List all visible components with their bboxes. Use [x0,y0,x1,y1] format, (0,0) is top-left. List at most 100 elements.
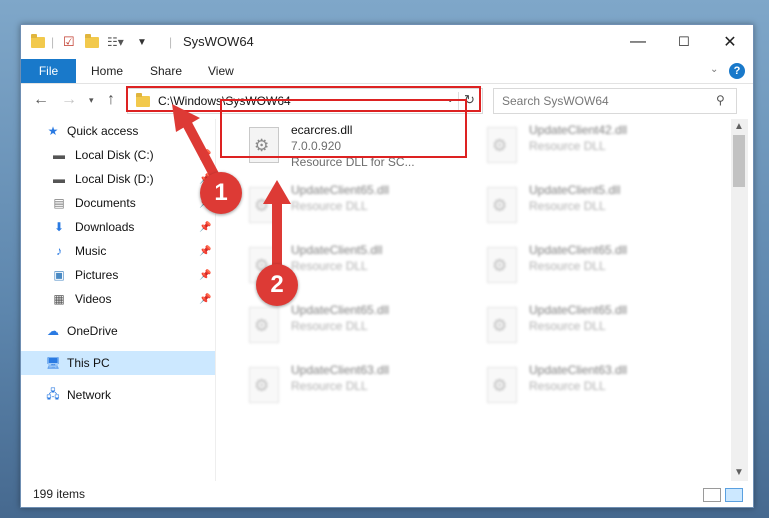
file-type: Resource DLL [529,139,606,153]
dll-file-icon [249,187,279,223]
sidebar-item-label: Videos [75,292,112,306]
back-button[interactable]: ← [33,91,49,109]
sidebar-item-videos[interactable]: ▦ Videos 📌 [21,287,215,311]
file-name: UpdateClient42.dll [529,123,628,137]
file-type: Resource DLL [291,199,368,213]
recent-locations-icon[interactable]: ▾ [89,95,94,106]
sidebar-item-label: Music [75,244,107,258]
file-item[interactable]: UpdateClient5.dll Resource DLL [481,181,703,231]
sidebar-item-label: Local Disk (D:) [75,172,154,186]
cloud-icon: ☁ [47,324,59,338]
status-bar: 199 items [21,483,753,507]
file-name: UpdateClient63.dll [291,363,390,377]
folder-icon [31,33,45,50]
network-icon: 🖧 [46,386,60,401]
pin-icon: 📌 [199,269,212,281]
file-item[interactable]: UpdateClient63.dll Resource DLL [243,361,465,411]
sidebar-item-music[interactable]: ♪ Music 📌 [21,239,215,263]
forward-button[interactable]: → [61,91,77,109]
file-name: UpdateClient65.dll [291,303,390,317]
dll-file-icon [487,187,517,223]
drive-icon: ▬ [53,148,65,162]
dll-file-icon [487,307,517,343]
file-type: Resource DLL [291,379,368,393]
sidebar-item-local-disk-c[interactable]: ▬ Local Disk (C:) 📌 [21,143,215,167]
scroll-down-icon[interactable]: ▼ [734,467,744,478]
file-type: Resource DLL [529,259,606,273]
search-placeholder: Search SysWOW64 [502,94,609,108]
maximize-button[interactable]: ☐ [661,25,707,59]
sidebar-item-label: This PC [67,356,110,370]
navigation-pane: ★ Quick access ▬ Local Disk (C:) 📌 ▬ Loc… [21,119,215,481]
file-item[interactable]: UpdateClient42.dll Resource DLL [481,121,703,171]
file-explorer-window: | ☑ ☷▾ ▼ | SysWOW64 — ☐ ✕ File Home Shar… [20,24,754,508]
sidebar-item-quick-access[interactable]: ★ Quick access [21,119,215,143]
file-type: Resource DLL [291,259,368,273]
file-name: UpdateClient65.dll [291,183,390,197]
sidebar-item-network[interactable]: 🖧 Network [21,383,215,407]
pictures-icon: ▣ [53,268,65,282]
sidebar-item-onedrive[interactable]: ☁ OneDrive [21,319,215,343]
up-button[interactable]: ↑ [107,91,115,109]
customize-quick-access-icon[interactable]: ☷▾ [107,34,124,50]
file-item[interactable]: UpdateClient65.dll Resource DLL [481,301,703,351]
dll-file-icon [487,367,517,403]
pin-icon: 📌 [199,245,212,257]
sidebar-item-downloads[interactable]: ⬇ Downloads 📌 [21,215,215,239]
file-type: Resource DLL [529,199,606,213]
file-type: Resource DLL [291,319,368,333]
drive-icon: ▬ [53,172,65,186]
step-2-badge: 2 [256,264,298,306]
ribbon-tabs: File Home Share View ⌄ ? [21,59,753,84]
sidebar-item-label: OneDrive [67,324,118,338]
sidebar-item-documents[interactable]: ▤ Documents 📌 [21,191,215,215]
pc-icon: 🖥 [45,356,61,370]
dll-file-icon [249,307,279,343]
pin-icon: 📌 [199,221,212,233]
file-item[interactable]: UpdateClient65.dll Resource DLL [481,241,703,291]
new-folder-icon[interactable] [85,33,99,50]
minimize-button[interactable]: — [615,25,661,59]
file-item[interactable]: UpdateClient63.dll Resource DLL [481,361,703,411]
sidebar-item-label: Pictures [75,268,119,282]
dll-file-icon [487,127,517,163]
sidebar-item-label: Network [67,388,112,402]
documents-icon: ▤ [53,196,65,210]
sidebar-item-label: Documents [75,196,136,210]
file-highlight-box [220,99,467,158]
details-view-icon[interactable] [703,488,721,502]
separator: | [51,35,55,49]
quick-access-dropdown[interactable]: ▼ [137,34,147,50]
file-name: UpdateClient63.dll [529,363,628,377]
file-item[interactable]: UpdateClient65.dll Resource DLL [243,301,465,351]
tab-home[interactable]: Home [91,64,123,78]
title-bar: | ☑ ☷▾ ▼ | SysWOW64 — ☐ ✕ [21,25,753,59]
close-button[interactable]: ✕ [707,25,753,59]
music-icon: ♪ [56,244,62,258]
sidebar-item-local-disk-d[interactable]: ▬ Local Disk (D:) 📌 [21,167,215,191]
scrollbar-thumb[interactable] [733,135,745,187]
help-icon[interactable]: ? [729,63,745,79]
tiles-view-icon[interactable] [725,488,743,502]
search-input[interactable]: Search SysWOW64 ⚲ [493,88,737,114]
sidebar-item-this-pc[interactable]: 🖥 This PC [21,351,215,375]
properties-icon[interactable]: ☑ [63,34,75,50]
file-type: Resource DLL [529,319,606,333]
item-count: 199 items [33,487,86,501]
expand-ribbon-icon[interactable]: ⌄ [710,64,718,75]
step-1-badge: 1 [200,172,242,214]
tab-file[interactable]: File [21,59,76,83]
pin-icon: 📌 [199,149,212,161]
star-icon: ★ [47,124,59,138]
sidebar-item-pictures[interactable]: ▣ Pictures 📌 [21,263,215,287]
scroll-up-icon[interactable]: ▲ [734,121,744,132]
file-item[interactable]: UpdateClient65.dll Resource DLL [243,181,465,231]
file-name: UpdateClient65.dll [529,243,628,257]
pin-icon: 📌 [199,293,212,305]
search-icon[interactable]: ⚲ [716,93,725,107]
tab-share[interactable]: Share [150,64,182,78]
vertical-scrollbar[interactable]: ▲ ▼ [731,119,748,481]
tab-view[interactable]: View [208,64,234,78]
videos-icon: ▦ [53,292,65,306]
download-icon: ⬇ [53,220,65,234]
